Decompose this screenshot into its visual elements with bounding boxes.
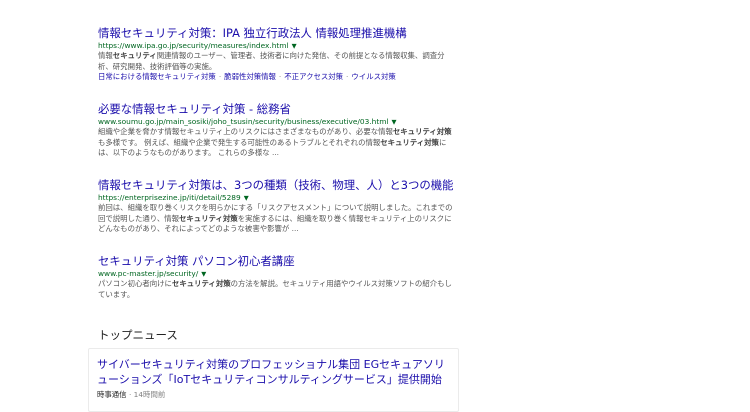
- result-title-link[interactable]: セキュリティ対策 パソコン初心者講座: [98, 254, 453, 269]
- news-title-link[interactable]: サイバーセキュリティ対策のプロフェッショナル集団 EGセキュアソリューションズ「…: [97, 357, 452, 387]
- result-url-row: https://www.ipa.go.jp/security/measures/…: [98, 41, 453, 51]
- meta-separator: ·: [128, 390, 132, 399]
- result-sitelinks: 日常における情報セキュリティ対策 · 脆弱性対策情報 · 不正アクセス対策 · ウイルス対策: [98, 72, 453, 82]
- search-result: 情報セキュリティ対策は、3つの種類（技術、物理、人）と3つの機能（... htt…: [98, 178, 453, 235]
- result-snippet: 組織や企業を脅かす情報セキュリティ上のリスクにはさまざまなものがあり、必要な情報…: [98, 127, 453, 159]
- top-news-heading: トップニュース: [98, 328, 178, 342]
- snippet-text: 組織や企業を脅かす情報セキュリティ上のリスクにはさまざまなものがあり、必要な情報: [98, 127, 393, 136]
- snippet-highlight: セキュリティ対策: [380, 137, 439, 147]
- result-url: https://enterprisezine.jp/iti/detail/528…: [98, 193, 241, 202]
- sitelink[interactable]: ウイルス対策: [351, 72, 395, 81]
- result-snippet: 情報セキュリティ関連情報のユーザー、管理者、技術者に向けた発信、その前提となる情…: [98, 51, 453, 72]
- result-title-link[interactable]: 情報セキュリティ対策は、3つの種類（技術、物理、人）と3つの機能（...: [98, 178, 453, 193]
- url-dropdown-caret-icon[interactable]: ▼: [201, 270, 206, 278]
- sitelink-separator: ·: [218, 72, 222, 81]
- sitelink[interactable]: 不正アクセス対策: [284, 72, 343, 81]
- search-result: 必要な情報セキュリティ対策 - 総務省 www.soumu.go.jp/main…: [98, 102, 453, 159]
- news-meta: 時事通信 · 14時間前: [97, 389, 165, 400]
- url-dropdown-caret-icon[interactable]: ▼: [292, 42, 297, 50]
- result-url: www.pc-master.jp/security/: [98, 269, 199, 278]
- result-url: https://www.ipa.go.jp/security/measures/…: [98, 41, 289, 50]
- snippet-highlight: セキュリティ: [112, 51, 157, 60]
- snippet-text: パソコン初心者向けに: [98, 279, 172, 288]
- result-title-link[interactable]: 必要な情報セキュリティ対策 - 総務省: [98, 102, 453, 117]
- news-card[interactable]: サイバーセキュリティ対策のプロフェッショナル集団 EGセキュアソリューションズ「…: [88, 348, 459, 412]
- search-result: 情報セキュリティ対策：IPA 独立行政法人 情報処理推進機構 https://w…: [98, 26, 453, 82]
- url-dropdown-caret-icon[interactable]: ▼: [392, 118, 397, 126]
- sitelink[interactable]: 日常における情報セキュリティ対策: [98, 72, 216, 81]
- result-snippet: 前回は、組織を取り巻くリスクを明らかにする「リスクアセスメント」について説明しま…: [98, 203, 453, 235]
- result-url-row: https://enterprisezine.jp/iti/detail/528…: [98, 193, 453, 203]
- snippet-highlight: セキュリティ対策: [179, 213, 238, 223]
- snippet-highlight: セキュリティ対策: [171, 279, 231, 288]
- result-snippet: パソコン初心者向けにセキュリティ対策の方法を解説。セキュリティ用語やウイルス対策…: [98, 279, 453, 300]
- news-source: 時事通信: [97, 390, 127, 399]
- search-result: セキュリティ対策 パソコン初心者講座 www.pc-master.jp/secu…: [98, 254, 453, 300]
- previous-result-cutoff: [98, 0, 418, 4]
- snippet-highlight: セキュリティ対策: [392, 127, 452, 136]
- snippet-text: 情報: [98, 51, 113, 60]
- url-dropdown-caret-icon[interactable]: ▼: [244, 194, 249, 202]
- result-url-row: www.pc-master.jp/security/▼: [98, 269, 453, 279]
- result-url: www.soumu.go.jp/main_sosiki/joho_tsusin/…: [98, 117, 389, 126]
- result-url-row: www.soumu.go.jp/main_sosiki/joho_tsusin/…: [98, 117, 453, 127]
- result-title-link[interactable]: 情報セキュリティ対策：IPA 独立行政法人 情報処理推進機構: [98, 26, 453, 41]
- sitelink[interactable]: 脆弱性対策情報: [224, 72, 276, 81]
- news-time: 14時間前: [133, 390, 166, 399]
- snippet-text: も多様です。 例えば、組織や企業で発生する可能性のあるトラブルとそれぞれの情報: [98, 137, 381, 147]
